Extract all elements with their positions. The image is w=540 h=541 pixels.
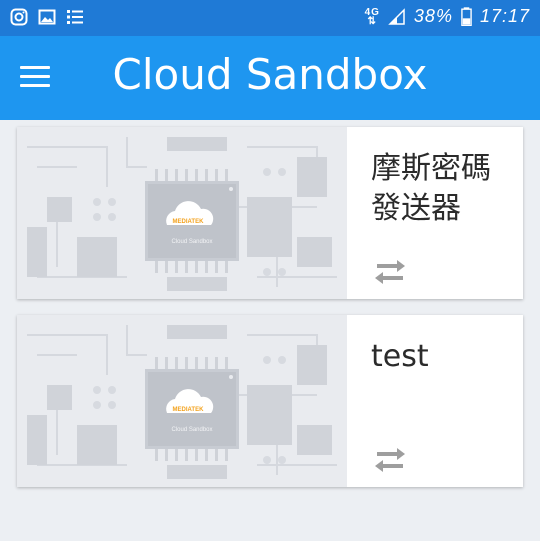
mediatek-logo-text: MEDIATEK: [173, 407, 205, 413]
cloud-sandbox-logo-text: Cloud Sandbox: [171, 239, 212, 245]
system-status: 4G ⇅ 38% 17:17: [365, 6, 530, 27]
sandbox-card-image: MEDIATEK Cloud Sandbox: [17, 127, 347, 299]
sandbox-card-image: MEDIATEK Cloud Sandbox: [17, 315, 347, 487]
battery-icon: [461, 7, 472, 26]
list-icon: [67, 10, 83, 24]
signal-icon: [388, 7, 405, 25]
image-icon: [38, 9, 56, 25]
instagram-icon: [10, 8, 28, 26]
battery-percent: 38%: [413, 6, 453, 26]
page-title: Cloud Sandbox: [112, 50, 428, 99]
sandbox-card-title: 摩斯密碼發送器: [371, 151, 491, 226]
swap-arrows-icon[interactable]: [371, 257, 409, 287]
data-arrows-icon: ⇅: [367, 15, 377, 27]
mediatek-logo-text: MEDIATEK: [173, 219, 205, 225]
sandbox-card-2[interactable]: MEDIATEK Cloud Sandbox test: [17, 315, 523, 487]
status-bar: 4G ⇅ 38% 17:17: [0, 0, 540, 36]
network-indicator: 4G ⇅: [365, 7, 380, 27]
cloud-sandbox-logo-text: Cloud Sandbox: [171, 427, 212, 433]
app-bar: Cloud Sandbox: [0, 36, 540, 120]
sandbox-card-title: test: [371, 339, 429, 374]
sandbox-card-1[interactable]: MEDIATEK Cloud Sandbox 摩斯密碼發送器: [17, 127, 523, 299]
notification-icons: [10, 8, 84, 26]
clock: 17:17: [479, 6, 530, 26]
swap-arrows-icon[interactable]: [371, 445, 409, 475]
